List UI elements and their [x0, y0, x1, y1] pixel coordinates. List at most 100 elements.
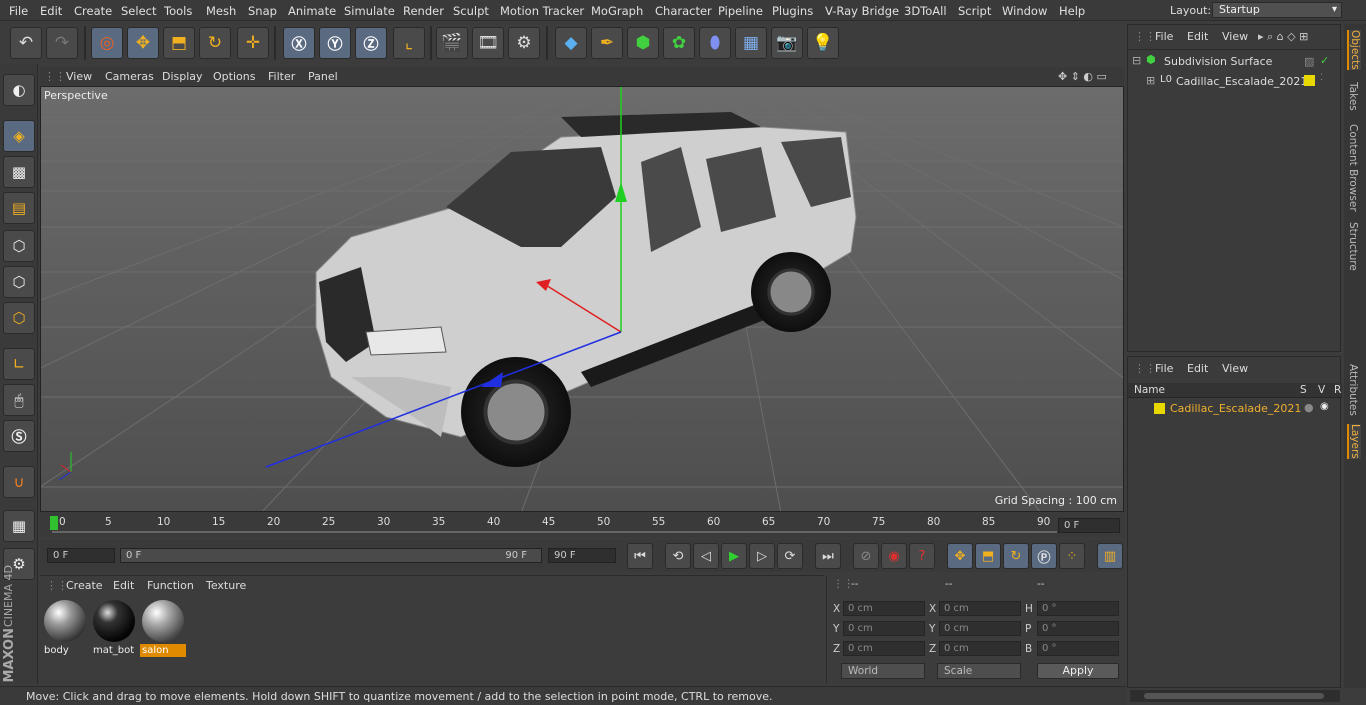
pos-y-field[interactable]: 0 cm [843, 621, 925, 636]
next-key-icon[interactable]: ⟳ [777, 543, 803, 569]
viewport-menu-panel[interactable]: Panel [308, 70, 338, 83]
record-active-icon[interactable]: ◉ [881, 543, 907, 569]
next-frame-icon[interactable]: ▷ [749, 543, 775, 569]
move-tool-icon[interactable]: ✥ [127, 27, 159, 59]
layer-menu-view[interactable]: View [1222, 362, 1248, 375]
material-menu-edit[interactable]: Edit [113, 579, 134, 592]
menu-mesh[interactable]: Mesh [206, 4, 236, 18]
menu-simulate[interactable]: Simulate [344, 4, 395, 18]
expand-icon[interactable]: ⊞ [1146, 74, 1155, 87]
frame-range-slider[interactable]: 0 F 90 F [120, 548, 542, 563]
menu-vray-bridge[interactable]: V-Ray Bridge [825, 4, 899, 18]
viewport-3d[interactable]: Perspective Grid Spacing : 100 cm [40, 86, 1124, 512]
rotate-tool-icon[interactable]: ↻ [199, 27, 231, 59]
go-to-end-icon[interactable]: ⏭ [815, 543, 841, 569]
texture-mode-icon[interactable]: ▩ [3, 156, 35, 188]
rot-h-field[interactable]: 0 ° [1037, 601, 1119, 616]
menu-character[interactable]: Character [655, 4, 712, 18]
menu-animate[interactable]: Animate [288, 4, 336, 18]
rot-b-field[interactable]: 0 ° [1037, 641, 1119, 656]
menu-edit[interactable]: Edit [40, 4, 62, 18]
render-view-icon[interactable]: 🎬 [436, 27, 468, 59]
tweak-mode-icon[interactable]: 🖱 [3, 384, 35, 416]
menu-3dtoall[interactable]: 3DToAll [904, 4, 947, 18]
current-frame-field[interactable]: 0 F [1058, 518, 1120, 533]
object-row-subdivision-surface[interactable]: ⊟ ⬢ Subdivision Surface ▨ ✓ [1132, 53, 1332, 69]
light-icon[interactable]: 💡 [807, 27, 839, 59]
visibility-dots-icon[interactable]: ⁚ [1320, 73, 1323, 83]
polygons-mode-icon[interactable]: ⬡ [3, 302, 35, 334]
pos-z-field[interactable]: 0 cm [843, 641, 925, 656]
material-menu-create[interactable]: Create [66, 579, 103, 592]
pos-x-field[interactable]: 0 cm [843, 601, 925, 616]
viewport-menu-view[interactable]: View [66, 70, 92, 83]
coordinate-system-icon[interactable]: ⌞ [393, 27, 425, 59]
tab-content-browser[interactable]: Content Browser [1347, 124, 1359, 212]
tab-attributes[interactable]: Attributes [1347, 364, 1359, 416]
object-row-cadillac[interactable]: ⊞ L0 Cadillac_Escalade_2021 ⁚ [1132, 73, 1332, 89]
axis-mode-icon[interactable]: ∟ [3, 348, 35, 380]
key-scale-icon[interactable]: ⬒ [975, 543, 1001, 569]
transform-mode-select[interactable]: Scale [937, 663, 1021, 679]
start-frame-field[interactable]: 0 F [47, 548, 115, 563]
key-rotation-icon[interactable]: ↻ [1003, 543, 1029, 569]
menu-file[interactable]: File [9, 4, 28, 18]
coordinate-space-select[interactable]: World [841, 663, 925, 679]
deformer-icon[interactable]: ⬮ [699, 27, 731, 59]
previous-key-icon[interactable]: ⟲ [665, 543, 691, 569]
end-frame-field[interactable]: 90 F [548, 548, 616, 563]
go-to-start-icon[interactable]: ⏮ [627, 543, 653, 569]
record-keys-disabled-icon[interactable]: ⊘ [853, 543, 879, 569]
key-point-level-icon[interactable]: ⁘ [1059, 543, 1085, 569]
menu-script[interactable]: Script [958, 4, 991, 18]
workplane-lock-icon[interactable]: ▦ [3, 510, 35, 542]
layer-menu-file[interactable]: File [1155, 362, 1173, 375]
play-icon[interactable]: ▶ [721, 543, 747, 569]
z-axis-lock-icon[interactable]: Ⓩ [355, 27, 387, 59]
eye-icon[interactable]: ◉ [1320, 401, 1329, 412]
size-y-field[interactable]: 0 cm [939, 621, 1021, 636]
tab-takes[interactable]: Takes [1347, 82, 1359, 111]
menu-motion-tracker[interactable]: Motion Tracker [500, 4, 584, 18]
material-menu-function[interactable]: Function [147, 579, 194, 592]
key-parameter-icon[interactable]: Ⓟ [1031, 543, 1057, 569]
render-picture-viewer-icon[interactable]: 🎞 [472, 27, 504, 59]
size-z-field[interactable]: 0 cm [939, 641, 1021, 656]
transform-tool-icon[interactable]: ✛ [237, 27, 269, 59]
key-position-icon[interactable]: ✥ [947, 543, 973, 569]
tab-layers[interactable]: Layers [1347, 424, 1361, 459]
y-axis-lock-icon[interactable]: Ⓨ [319, 27, 351, 59]
viewport-menu-cameras[interactable]: Cameras [105, 70, 154, 83]
layer-horizontal-scrollbar[interactable] [1130, 690, 1340, 702]
previous-frame-icon[interactable]: ◁ [693, 543, 719, 569]
redo-icon[interactable]: ↷ [46, 27, 78, 59]
mograph-cloner-icon[interactable]: ✿ [663, 27, 695, 59]
menu-snap[interactable]: Snap [248, 4, 277, 18]
menu-render[interactable]: Render [403, 4, 444, 18]
x-axis-lock-icon[interactable]: Ⓧ [283, 27, 315, 59]
menu-tools[interactable]: Tools [164, 4, 192, 18]
undo-icon[interactable]: ↶ [10, 27, 42, 59]
model-mode-icon[interactable]: ◈ [3, 120, 35, 152]
menu-window[interactable]: Window [1002, 4, 1047, 18]
layer-toggle-icon[interactable]: ▨ [1304, 55, 1314, 68]
enabled-check-icon[interactable]: ✓ [1320, 54, 1329, 67]
apply-button[interactable]: Apply [1037, 663, 1119, 679]
floor-environment-icon[interactable]: ▦ [735, 27, 767, 59]
layer-menu-edit[interactable]: Edit [1187, 362, 1208, 375]
live-selection-icon[interactable]: ◎ [91, 27, 123, 59]
scrollbar-thumb[interactable] [1144, 693, 1324, 699]
edges-mode-icon[interactable]: ⬡ [3, 266, 35, 298]
rot-p-field[interactable]: 0 ° [1037, 621, 1119, 636]
menu-create[interactable]: Create [74, 4, 112, 18]
object-toolbar-icons[interactable]: ▸ ⌕ ⌂ ◇ ⊞ [1258, 30, 1308, 44]
material-menu-texture[interactable]: Texture [206, 579, 246, 592]
subdivision-surface-icon[interactable]: ⬢ [627, 27, 659, 59]
playhead-marker[interactable] [50, 516, 58, 530]
solo-mode-icon[interactable]: Ⓢ [3, 420, 35, 452]
viewport-menu-display[interactable]: Display [162, 70, 203, 83]
cube-primitive-icon[interactable]: ◆ [555, 27, 587, 59]
autokey-help-icon[interactable]: ? [909, 543, 935, 569]
layer-row-cadillac[interactable]: Cadillac_Escalade_2021 ● ◉ [1132, 401, 1338, 417]
material-salon[interactable]: salon [140, 598, 186, 658]
